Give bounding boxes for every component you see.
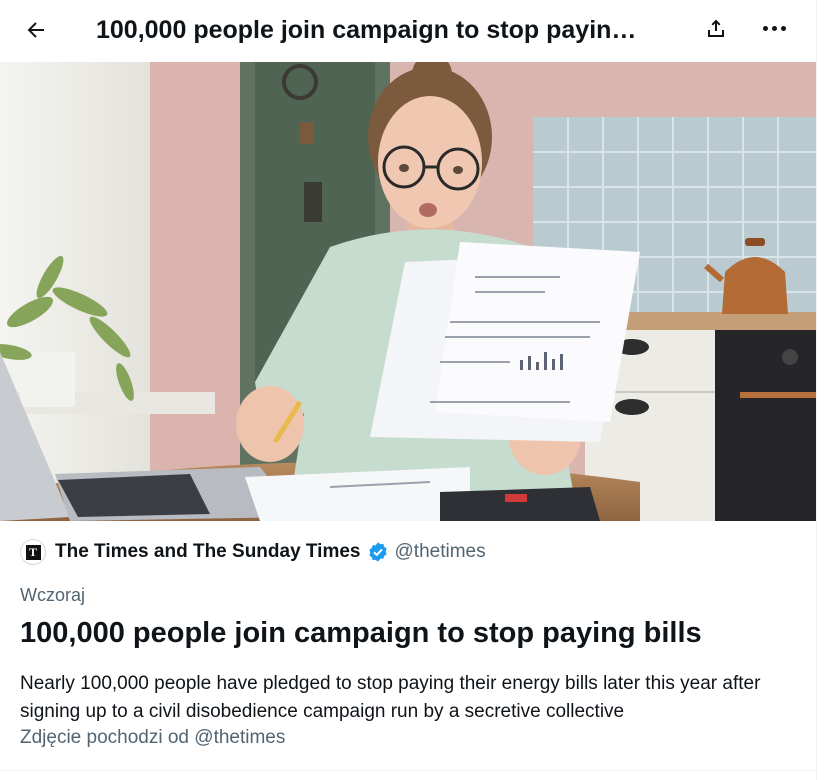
times-logo-icon: T [20, 539, 46, 565]
more-horizontal-icon [761, 25, 788, 31]
top-bar: 100,000 people join campaign to stop pay… [0, 0, 816, 62]
verified-badge-icon [368, 542, 387, 562]
divider [0, 770, 816, 771]
article-description: Nearly 100,000 people have pledged to st… [20, 673, 761, 722]
panel-border [816, 0, 817, 780]
source-handle: @thetimes [394, 541, 486, 562]
source-row[interactable]: T The Times and The Sunday Times @thetim… [20, 538, 486, 566]
share-icon [708, 19, 724, 37]
arrow-left-icon [27, 22, 44, 38]
share-button[interactable] [700, 12, 732, 44]
article-headline[interactable]: 100,000 people join campaign to stop pay… [20, 614, 702, 652]
more-options-button[interactable] [758, 12, 790, 44]
article-card: 100,000 people join campaign to stop pay… [0, 0, 816, 780]
source-name: The Times and The Sunday Times [55, 541, 361, 562]
photo-credit: Zdjęcie pochodzi od @thetimes [20, 727, 286, 748]
back-button[interactable] [18, 12, 54, 48]
article-date: Wczoraj [20, 585, 86, 605]
page-title: 100,000 people join campaign to stop pay… [96, 16, 637, 44]
article-image[interactable] [0, 62, 816, 521]
